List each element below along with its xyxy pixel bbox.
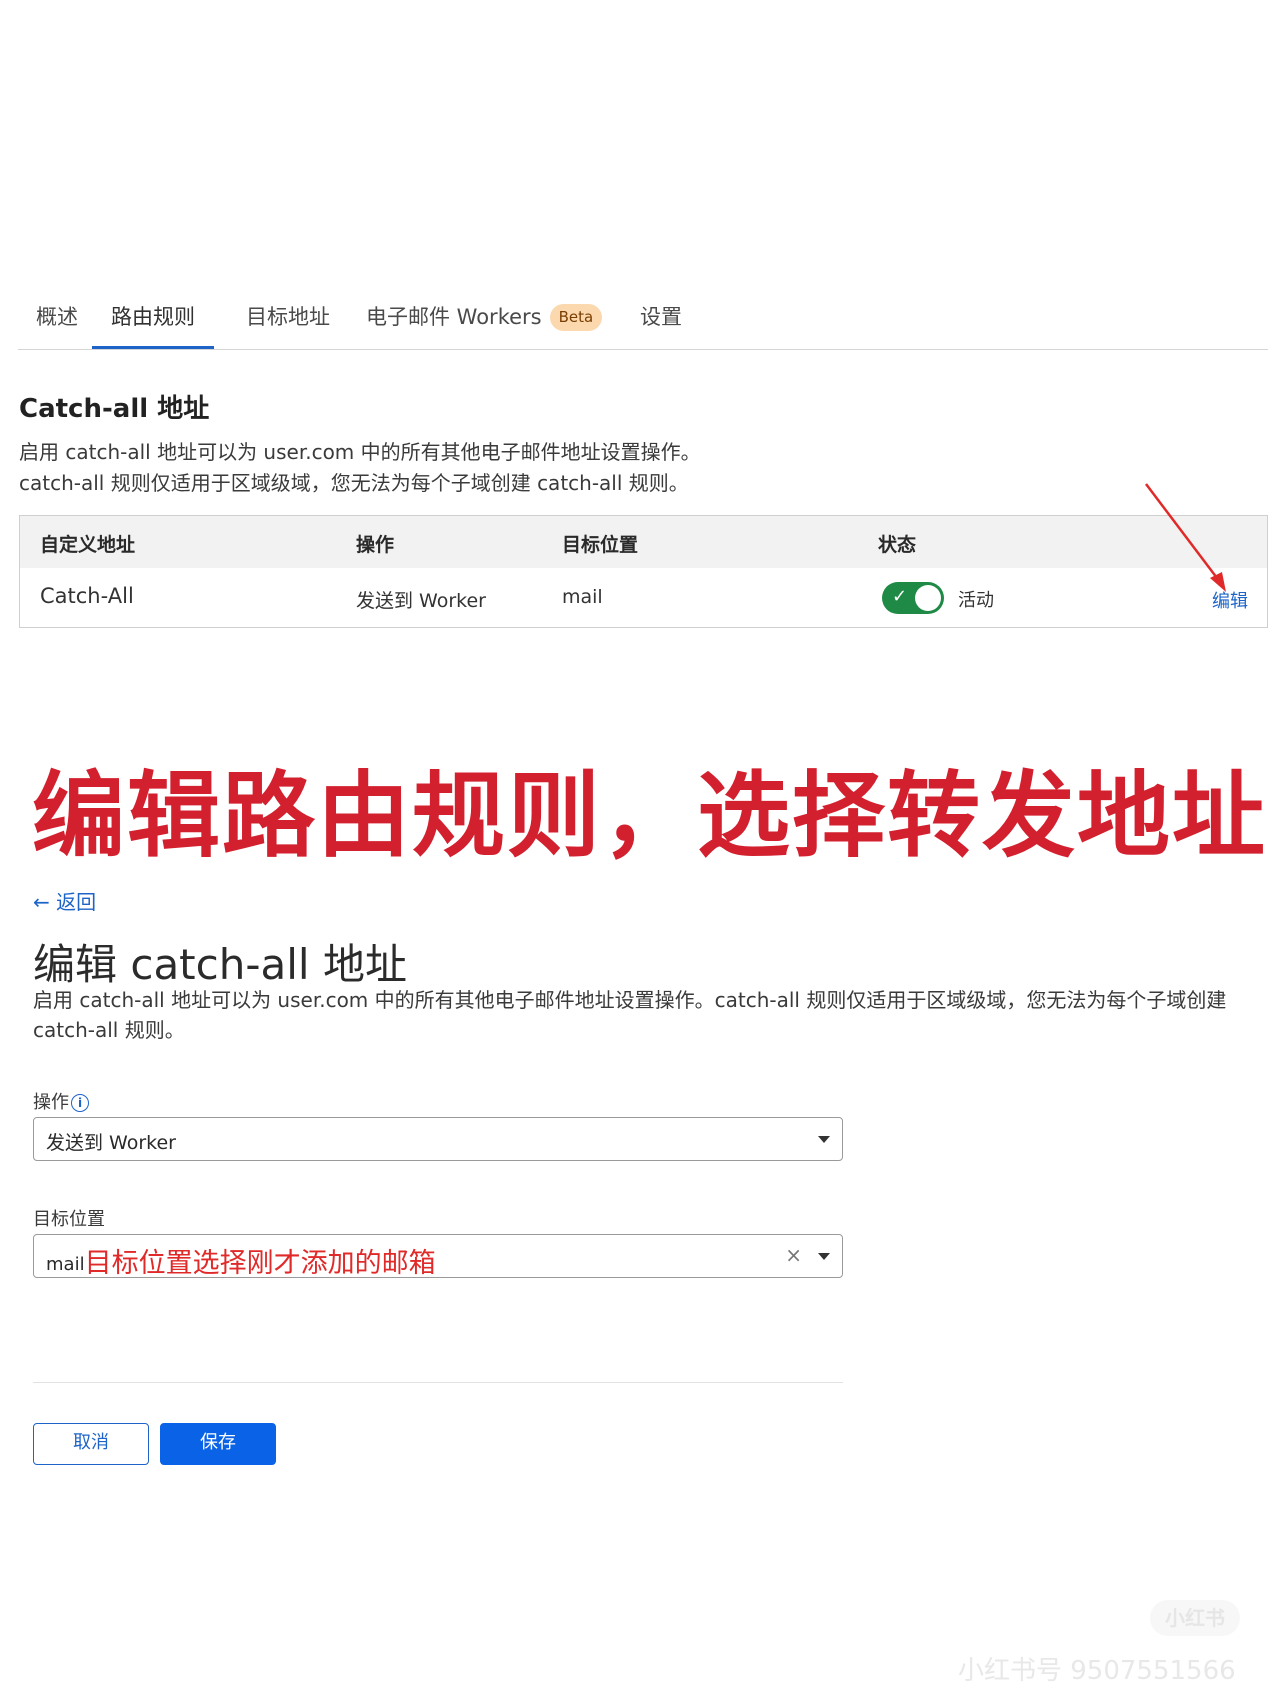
action-label-text: 操作 (33, 1092, 69, 1113)
form-divider (33, 1382, 843, 1383)
tab-email-workers-label: 电子邮件 Workers (366, 305, 542, 329)
toggle-knob (915, 585, 941, 611)
catch-all-description-line1: 启用 catch-all 地址可以为 user.com 中的所有其他电子邮件地址… (19, 440, 701, 464)
clear-icon[interactable]: × (785, 1243, 802, 1267)
action-select-value: 发送到 Worker (46, 1132, 176, 1154)
header-destination: 目标位置 (562, 534, 639, 556)
destination-select[interactable]: mail目标位置选择刚才添加的邮箱 × (33, 1234, 843, 1280)
tab-settings[interactable]: 设置 (640, 296, 682, 349)
action-field-label: 操作 i (33, 1088, 89, 1114)
check-icon: ✓ (892, 586, 908, 607)
tab-email-workers[interactable]: 电子邮件 Workers Beta (366, 296, 603, 349)
chevron-down-icon (818, 1253, 830, 1260)
edit-form-title: 编辑 catch-all 地址 (33, 940, 407, 989)
table-header (20, 516, 1267, 568)
back-link[interactable]: ← 返回 (33, 886, 96, 915)
tab-bar: 概述 路由规则 目标地址 电子邮件 Workers Beta 设置 (18, 296, 1268, 350)
header-status: 状态 (878, 534, 917, 556)
header-action: 操作 (356, 534, 395, 556)
annotation-heading: 编辑路由规则，选择转发地址 (32, 762, 1267, 870)
row-action: 发送到 Worker (356, 590, 486, 612)
destination-value-text: mail (46, 1254, 85, 1275)
catch-all-table: 自定义地址 操作 目标位置 状态 Catch-All 发送到 Worker ma… (19, 515, 1268, 628)
row-destination: mail (562, 586, 603, 608)
destination-field-label: 目标位置 (33, 1209, 105, 1230)
chevron-down-icon (818, 1136, 830, 1143)
arrow-left-icon: ← (33, 890, 50, 914)
beta-badge: Beta (549, 304, 603, 331)
save-button[interactable]: 保存 (160, 1423, 276, 1465)
annotation-arrow-icon (1145, 483, 1226, 592)
watermark-logo: 小红书 (1150, 1600, 1240, 1636)
row-address: Catch-All (40, 584, 134, 608)
edit-form-description: 启用 catch-all 地址可以为 user.com 中的所有其他电子邮件地址… (33, 988, 1227, 1042)
tab-overview[interactable]: 概述 (36, 296, 78, 349)
catch-all-title: Catch-all 地址 (19, 394, 210, 424)
catch-all-description-line2: catch-all 规则仅适用于区域级域，您无法为每个子域创建 catch-al… (19, 471, 689, 495)
header-custom-address: 自定义地址 (40, 534, 136, 556)
destination-annotation: 目标位置选择刚才添加的邮箱 (84, 1248, 436, 1279)
watermark-id: 小红书号 9507551566 (958, 1656, 1236, 1686)
back-label: 返回 (56, 890, 97, 914)
row-status: 活动 (958, 590, 994, 611)
cancel-button[interactable]: 取消 (33, 1423, 149, 1465)
tab-destination-addresses[interactable]: 目标地址 (246, 296, 330, 349)
tab-routing-rules[interactable]: 路由规则 (92, 296, 214, 349)
status-toggle[interactable]: ✓ (882, 582, 944, 614)
action-select[interactable]: 发送到 Worker (33, 1117, 843, 1161)
info-icon[interactable]: i (71, 1094, 89, 1112)
destination-select-value: mail目标位置选择刚才添加的邮箱 (46, 1241, 436, 1280)
